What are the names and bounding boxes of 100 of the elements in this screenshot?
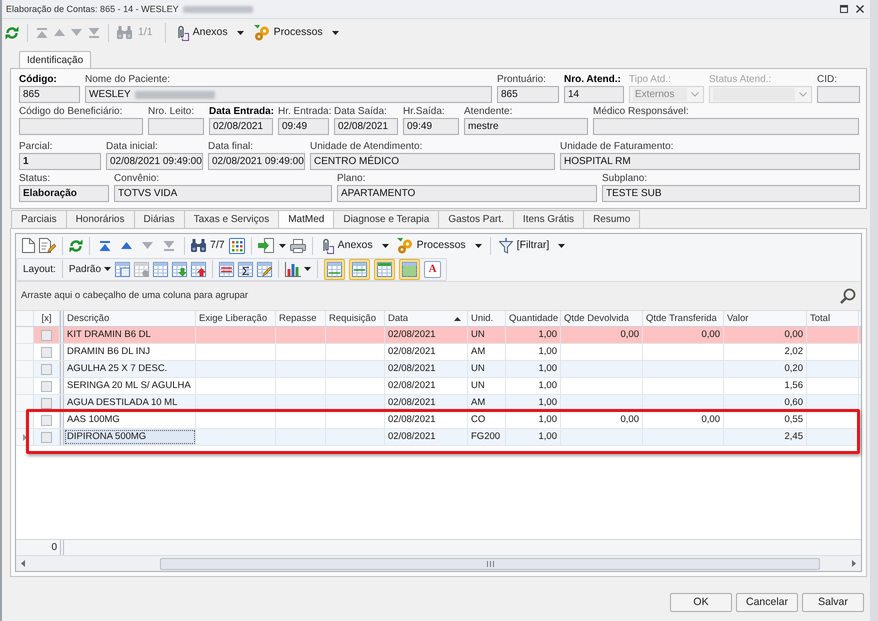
column-header[interactable]: Repasse bbox=[276, 311, 326, 326]
dropdown-value: Externos bbox=[635, 88, 674, 101]
gears-icon[interactable] bbox=[254, 24, 270, 40]
column-header[interactable]: Exige Liberação bbox=[196, 311, 276, 326]
table-icon[interactable] bbox=[153, 262, 168, 276]
text-field[interactable]: TOTVS VIDA bbox=[114, 185, 332, 202]
layout-menu-button[interactable]: Padrão bbox=[68, 262, 112, 276]
field-label: Data inicial: bbox=[106, 140, 158, 153]
text-field[interactable]: APARTAMENTO bbox=[337, 185, 597, 202]
text-field[interactable]: 02/08/2021 bbox=[209, 118, 273, 135]
import-button[interactable] bbox=[258, 238, 286, 253]
filter-button[interactable]: [Filtrar] bbox=[496, 235, 568, 256]
scroll-right-icon[interactable] bbox=[852, 560, 856, 567]
binoculars-icon[interactable] bbox=[191, 239, 206, 252]
processes-button[interactable]: Processos bbox=[394, 235, 484, 256]
text-field[interactable]: Elaboração bbox=[19, 185, 109, 202]
field-label: Unidade de Atendimento: bbox=[310, 140, 422, 153]
column-header[interactable]: Requisição bbox=[326, 311, 385, 326]
up-triangle-icon[interactable] bbox=[121, 242, 132, 249]
table-cell: 0,00 bbox=[643, 412, 724, 428]
chart-button[interactable] bbox=[285, 262, 312, 276]
tab[interactable]: Identificação bbox=[19, 51, 92, 68]
scrollbar-thumb[interactable] bbox=[160, 558, 820, 570]
column-header[interactable]: Descrição bbox=[64, 311, 196, 326]
text-field[interactable]: 09:49 bbox=[278, 118, 329, 135]
table-cell: KIT DRAMIN B6 DL bbox=[64, 327, 196, 343]
ok-button[interactable]: OK bbox=[670, 593, 732, 612]
text-field[interactable]: HOSPITAL RM bbox=[560, 153, 860, 170]
attachments-button[interactable]: Anexos bbox=[318, 235, 391, 256]
text-field[interactable]: 865 bbox=[19, 86, 80, 103]
column-header[interactable]: Total bbox=[807, 311, 859, 326]
checkbox[interactable] bbox=[41, 414, 52, 426]
text-field[interactable]: mestre bbox=[464, 118, 588, 135]
text-field[interactable]: 14 bbox=[564, 86, 624, 103]
table-cell: 2,02 bbox=[724, 344, 807, 360]
bar-chart-icon[interactable] bbox=[285, 262, 302, 276]
column-header[interactable]: Quantidade bbox=[506, 311, 561, 326]
table-pencil-icon[interactable] bbox=[257, 262, 272, 276]
text-field[interactable]: 02/08/2021 09:49:00 bbox=[106, 153, 203, 170]
text-field[interactable]: WESLEY bbox=[85, 86, 492, 103]
close-icon[interactable] bbox=[856, 5, 864, 13]
window-icon[interactable] bbox=[840, 5, 848, 13]
text-field[interactable]: 865 bbox=[497, 86, 559, 103]
checkbox[interactable] bbox=[41, 380, 52, 392]
attachments-button[interactable]: Anexos bbox=[174, 22, 246, 43]
tab[interactable]: Parciais bbox=[11, 210, 67, 228]
refresh-icon[interactable] bbox=[69, 238, 83, 252]
tab[interactable]: Resumo bbox=[583, 210, 640, 228]
table-sigma-icon[interactable] bbox=[238, 262, 254, 276]
scroll-left-icon[interactable] bbox=[21, 560, 25, 567]
column-header[interactable]: Unid. bbox=[468, 311, 506, 326]
table-cell: 1,56 bbox=[724, 378, 807, 394]
text-field[interactable]: TESTE SUB bbox=[602, 185, 860, 202]
text-field[interactable]: 09:49 bbox=[403, 118, 459, 135]
text-field[interactable]: 02/08/2021 bbox=[334, 118, 398, 135]
checkbox[interactable] bbox=[41, 364, 52, 374]
table-row[interactable]: KIT DRAMIN B6 DL 02/08/2021 UN 1,00 0,00 0,00 0,00 bbox=[16, 327, 861, 344]
arrow-into-page-icon[interactable] bbox=[258, 238, 276, 253]
document-pencil-icon[interactable] bbox=[39, 238, 56, 253]
field-label: Médico Responsável: bbox=[593, 105, 689, 118]
column-header[interactable]: Valor bbox=[724, 311, 807, 326]
text-field[interactable] bbox=[817, 86, 860, 103]
text-field[interactable] bbox=[593, 118, 859, 135]
scrollbar-track[interactable] bbox=[16, 555, 861, 571]
table-row[interactable]: AGULHA 25 X 7 DESC. 02/08/2021 UN 1,00 0,20 bbox=[16, 361, 861, 378]
funnel-icon[interactable] bbox=[498, 238, 513, 254]
checkbox[interactable] bbox=[41, 398, 52, 408]
table-row[interactable]: DRAMIN B6 DL INJ 02/08/2021 AM 1,00 2,02 bbox=[16, 344, 861, 361]
refresh-icon[interactable] bbox=[5, 26, 19, 40]
view-toggle-button[interactable]: A bbox=[424, 260, 442, 278]
table-row[interactable]: SERINGA 20 ML S/ AGULHA 02/08/2021 UN 1,00 1,56 bbox=[16, 378, 861, 395]
tab[interactable]: MatMed bbox=[278, 210, 334, 228]
table-rows-icon[interactable] bbox=[219, 262, 234, 276]
processes-button[interactable]: Processos bbox=[252, 22, 341, 43]
gears-icon[interactable] bbox=[396, 238, 413, 254]
text-field[interactable]: 1 bbox=[19, 153, 101, 170]
checkbox[interactable] bbox=[41, 432, 52, 442]
color-grid-icon[interactable] bbox=[228, 238, 245, 254]
column-header[interactable]: Qtde Transferida bbox=[643, 311, 724, 326]
text-field[interactable] bbox=[19, 118, 143, 135]
table-cell: AM bbox=[468, 344, 506, 360]
text-field[interactable]: 02/08/2021 09:49:00 bbox=[208, 153, 305, 170]
column-header[interactable]: Qtde Devolvida bbox=[561, 311, 643, 326]
bar-up-triangle-icon[interactable] bbox=[99, 240, 111, 250]
search-icon[interactable] bbox=[840, 288, 856, 304]
field-label: Data Entrada: bbox=[209, 105, 274, 118]
document-icon[interactable] bbox=[22, 238, 35, 253]
save-button[interactable]: Salvar bbox=[802, 593, 864, 612]
checkbox[interactable] bbox=[41, 346, 52, 358]
table-cell: 1,00 bbox=[506, 429, 561, 445]
table-row[interactable]: DIPIRONA 500MG 02/08/2021 FG200 1,00 2,45 bbox=[16, 429, 861, 446]
text-field[interactable] bbox=[148, 118, 204, 135]
printer-icon[interactable] bbox=[290, 238, 306, 252]
column-header[interactable]: Data bbox=[385, 311, 468, 326]
cancel-button[interactable]: Cancelar bbox=[736, 593, 798, 612]
text-field[interactable]: CENTRO MÉDICO bbox=[310, 153, 555, 170]
paperclip-icon[interactable] bbox=[320, 238, 334, 254]
checkbox[interactable] bbox=[41, 330, 52, 340]
windows-icon[interactable] bbox=[115, 262, 130, 276]
paperclip-icon[interactable] bbox=[176, 24, 189, 40]
